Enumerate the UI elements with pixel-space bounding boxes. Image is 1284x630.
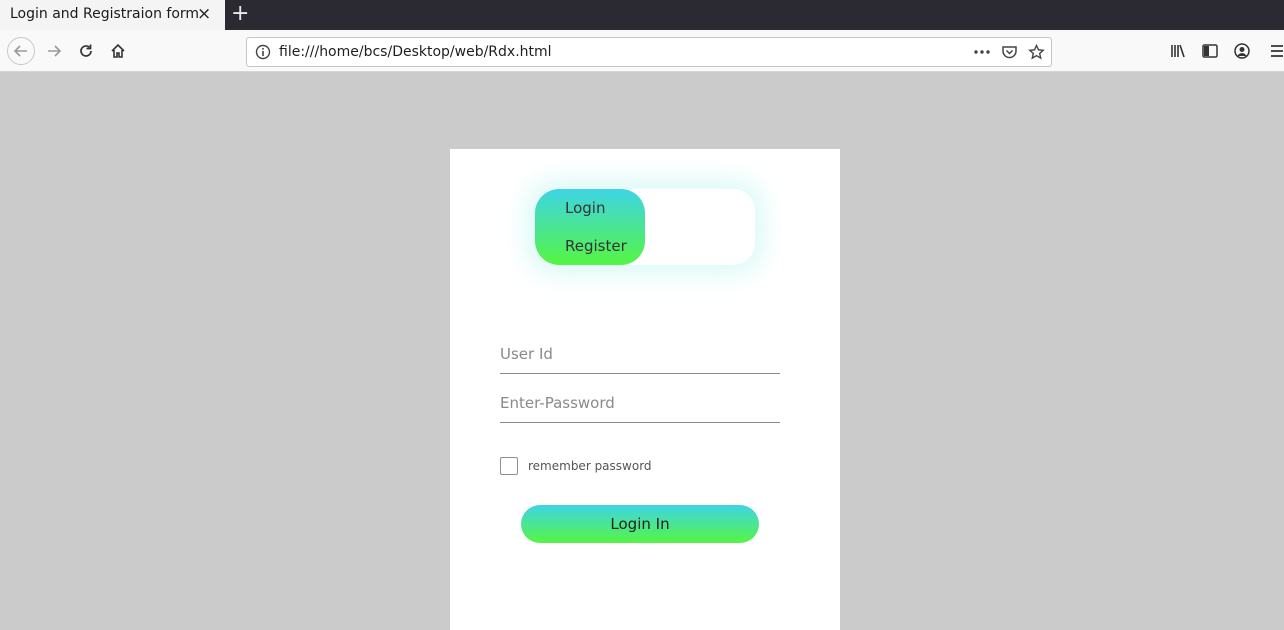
tab-active[interactable]: Login and Registraion form × xyxy=(0,0,225,30)
pocket-icon[interactable] xyxy=(1001,44,1018,64)
reload-icon[interactable] xyxy=(73,38,99,64)
info-icon[interactable] xyxy=(255,44,271,64)
tab-strip: Login and Registraion form × + xyxy=(0,0,1284,30)
password-input[interactable] xyxy=(500,384,780,423)
user-id-input[interactable] xyxy=(500,335,780,374)
forward-icon[interactable] xyxy=(41,38,67,64)
account-icon[interactable] xyxy=(1229,38,1255,64)
bookmark-star-icon[interactable] xyxy=(1028,43,1045,64)
login-button[interactable]: Login In xyxy=(521,505,759,543)
url-bar[interactable]: file:///home/bcs/Desktop/web/Rdx.html xyxy=(246,37,1052,67)
remember-password-checkbox[interactable] xyxy=(500,457,518,475)
navigation-bar: file:///home/bcs/Desktop/web/Rdx.html xyxy=(0,30,1284,72)
more-icon[interactable] xyxy=(972,44,992,64)
back-icon[interactable] xyxy=(7,37,35,65)
remember-password-label: remember password xyxy=(528,459,652,473)
login-register-toggle: Login Register xyxy=(535,189,755,265)
toggle-register-button[interactable]: Register xyxy=(565,237,627,255)
toggle-login-button[interactable]: Login xyxy=(565,199,605,217)
url-text[interactable]: file:///home/bcs/Desktop/web/Rdx.html xyxy=(279,44,552,60)
sidebar-icon[interactable] xyxy=(1197,38,1223,64)
library-icon[interactable] xyxy=(1165,38,1191,64)
home-icon[interactable] xyxy=(105,38,131,64)
close-tab-icon[interactable]: × xyxy=(197,4,211,24)
tab-title: Login and Registraion form xyxy=(10,6,200,22)
menu-icon[interactable] xyxy=(1264,38,1284,64)
form-card: Login Register remember password Login I… xyxy=(450,149,840,630)
new-tab-icon[interactable]: + xyxy=(231,2,249,26)
